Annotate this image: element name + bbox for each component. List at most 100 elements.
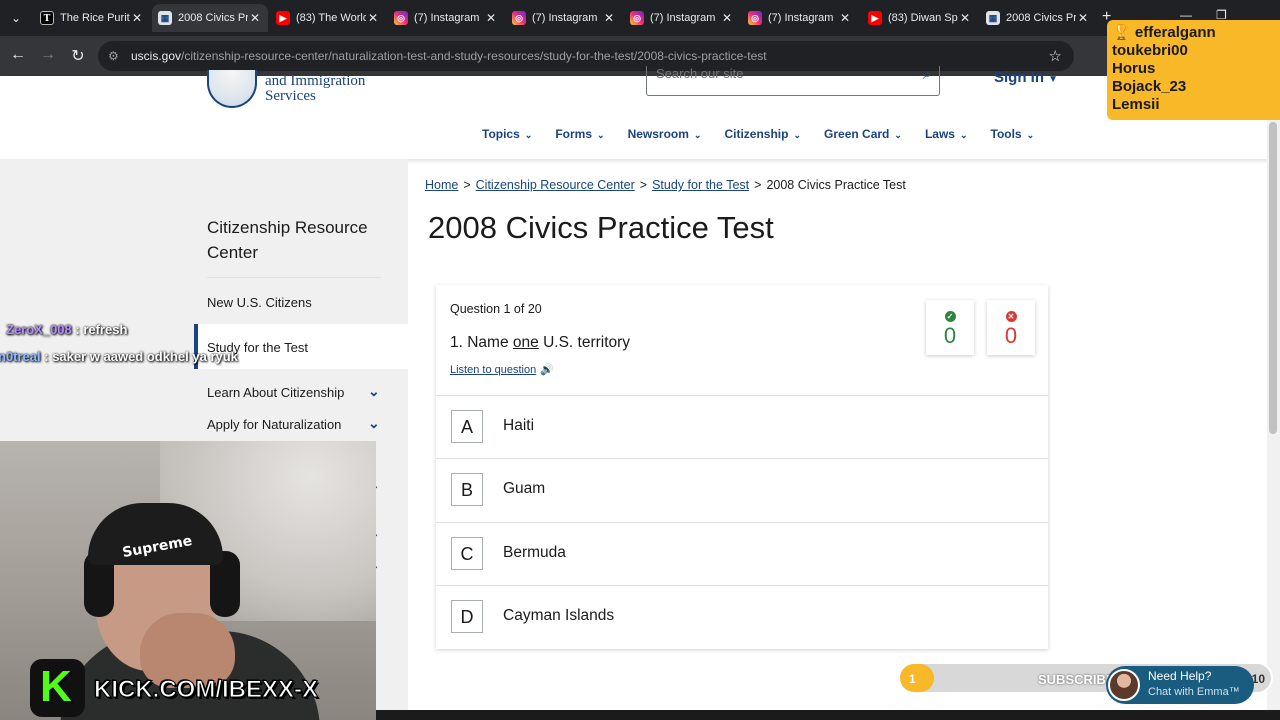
close-tab-icon[interactable]: ✕ (602, 11, 616, 25)
instagram-icon: ◎ (630, 11, 644, 25)
option-text: Bermuda (503, 544, 566, 561)
nav-citizenship[interactable]: Citizenship ⌄ (724, 127, 801, 141)
breadcrumb-current: 2008 Civics Practice Test (766, 178, 906, 192)
tab-title: The Rice Purity Test (60, 12, 130, 24)
sidebar-divider (207, 277, 381, 278)
instagram-icon: ◎ (394, 11, 408, 25)
breadcrumb-separator: > (463, 178, 471, 192)
nav-laws[interactable]: Laws ⌄ (925, 127, 968, 141)
nav-newsroom[interactable]: Newsroom ⌄ (628, 127, 702, 141)
browser-tab[interactable]: ◎ (7) Instagram ✕ (742, 4, 858, 32)
answer-option-a[interactable]: A Haiti (436, 395, 1048, 458)
chat-username: ZeroX_008 (6, 322, 72, 337)
agency-name[interactable]: and Immigration Services (265, 74, 365, 104)
tab-title: 2008 Civics Practice Test (178, 12, 248, 24)
site-search-input[interactable]: Search our site ⌕ (646, 66, 940, 96)
taskbar-edge (376, 710, 1280, 720)
quiz-card: Question 1 of 20 1. Name one U.S. territ… (436, 285, 1048, 649)
chevron-down-icon: ⌄ (793, 130, 802, 140)
site-info-icon[interactable]: ⚙ (108, 49, 119, 63)
chat-username: n0treal (0, 349, 41, 364)
nav-tools[interactable]: Tools ⌄ (991, 127, 1035, 141)
tab-title: (7) Instagram (650, 12, 716, 24)
instagram-icon: ◎ (748, 11, 762, 25)
top-fan-entry: Bojack_23 (1112, 78, 1187, 95)
nav-topics[interactable]: Topics ⌄ (482, 127, 532, 141)
listen-to-question-link[interactable]: Listen to question 🔊 (450, 363, 554, 376)
emma-avatar[interactable] (1108, 669, 1140, 701)
nav-forms[interactable]: Forms ⌄ (555, 127, 604, 141)
stream-chat-message: ZeroX_008 : refresh (6, 322, 127, 337)
tab-title: 2008 Civics Practice Test (1006, 12, 1076, 24)
top-fan-name: efferalgann (1134, 24, 1216, 41)
tab-search-chevron-icon[interactable]: ⌄ (4, 6, 28, 30)
url-path: /citizenship-resource-center/naturalizat… (181, 49, 767, 63)
browser-tab[interactable]: ▦ 2008 Civics Practice Test ✕ (980, 4, 1096, 32)
tab-title: (83) Diwan Sp (888, 12, 958, 24)
chat-with-emma-label[interactable]: Chat with Emma™ (1148, 686, 1240, 698)
kick-channel-url: KICK.COM/IBEXX-X (93, 676, 319, 704)
browser-tab[interactable]: ◎ (7) Instagram ✕ (624, 4, 740, 32)
incorrect-count: 0 (1004, 323, 1018, 348)
breadcrumb-home[interactable]: Home (425, 178, 458, 192)
close-tab-icon[interactable]: ✕ (838, 11, 852, 25)
address-toolbar: ← → ↻ ⚙ uscis.gov/citizenship-resource-c… (0, 36, 1280, 76)
youtube-icon: ▶ (868, 11, 882, 25)
reload-icon[interactable]: ↻ (68, 46, 88, 66)
url-host: uscis.gov (131, 49, 182, 63)
bookmark-star-icon[interactable]: ☆ (1049, 47, 1062, 65)
sidebar-item-learn-about-citizenship[interactable]: Learn About Citizenship (207, 385, 344, 400)
nav-label: Newsroom (627, 127, 689, 141)
breadcrumb-study-for-the-test[interactable]: Study for the Test (652, 178, 749, 192)
instagram-icon: ◎ (512, 11, 526, 25)
browser-tab[interactable]: ◎ (7) Instagram ✕ (388, 4, 504, 32)
sidebar-item-new-citizens[interactable]: New U.S. Citizens (207, 295, 312, 310)
need-help-label[interactable]: Need Help? (1148, 669, 1211, 683)
answer-option-b[interactable]: B Guam (436, 458, 1048, 521)
scrollbar-thumb[interactable] (1269, 122, 1277, 434)
answer-option-c[interactable]: C Bermuda (436, 522, 1048, 585)
chevron-down-icon: ⌄ (894, 130, 902, 140)
question-text-end: U.S. territory (538, 334, 631, 351)
forward-arrow-icon[interactable]: → (38, 46, 58, 64)
close-tab-icon[interactable]: ✕ (366, 11, 380, 25)
nav-label: Topics (482, 127, 520, 141)
chevron-down-icon[interactable]: ⌄ (368, 383, 380, 400)
sidebar-item-apply-for-naturalization[interactable]: Apply for Naturalization (207, 417, 341, 432)
top-fan-entry: Horus (1112, 60, 1156, 77)
back-arrow-icon[interactable]: ← (8, 46, 28, 64)
close-tab-icon[interactable]: ✕ (248, 11, 262, 25)
nav-label: Green Card (824, 127, 890, 141)
close-tab-icon[interactable]: ✕ (130, 11, 144, 25)
browser-tab[interactable]: ◎ (7) Instagram ✕ (506, 4, 622, 32)
search-icon[interactable]: ⌕ (923, 66, 931, 83)
close-tab-icon[interactable]: ✕ (958, 11, 972, 25)
sidebar-title[interactable]: Citizenship Resource Center (207, 215, 377, 265)
browser-tab-active[interactable]: ▦ 2008 Civics Practice Test ✕ (152, 4, 268, 32)
browser-tab[interactable]: ▶ (83) The World ✕ (270, 4, 386, 32)
question-text-start: 1. Name (450, 334, 513, 351)
sign-in-button[interactable]: Sign In ▼ (994, 69, 1058, 86)
answer-option-d[interactable]: D Cayman Islands (436, 585, 1048, 648)
chevron-down-icon[interactable]: ⌄ (368, 415, 380, 432)
close-tab-icon[interactable]: ✕ (484, 11, 498, 25)
nav-label: Tools (990, 127, 1022, 141)
option-text: Cayman Islands (503, 607, 615, 624)
nav-green-card[interactable]: Green Card ⌄ (824, 127, 902, 141)
breadcrumb-citizenship-resource-center[interactable]: Citizenship Resource Center (476, 178, 635, 192)
close-tab-icon[interactable]: ✕ (1076, 11, 1090, 25)
correct-count: 0 (943, 323, 957, 348)
tab-title: (7) Instagram (768, 12, 834, 24)
browser-tab[interactable]: T The Rice Purity Test ✕ (34, 4, 150, 32)
top-fan-entry: toukebri00 (1112, 42, 1188, 59)
main-navigation: Topics ⌄ Forms ⌄ Newsroom ⌄ Citizenship ⌄ Gr… (482, 127, 1057, 141)
close-tab-icon[interactable]: ✕ (720, 11, 734, 25)
tab-title: (7) Instagram (414, 12, 480, 24)
incorrect-score-box: ✕ 0 (987, 300, 1035, 355)
question-text: 1. Name one U.S. territory (450, 334, 630, 352)
check-circle-icon: ✓ (944, 311, 956, 322)
browser-tab[interactable]: ▶ (83) Diwan Sp ✕ (862, 4, 978, 32)
breadcrumb-separator: > (754, 178, 762, 192)
page-title: 2008 Civics Practice Test (428, 210, 774, 245)
dhs-seal-logo[interactable] (207, 70, 257, 108)
